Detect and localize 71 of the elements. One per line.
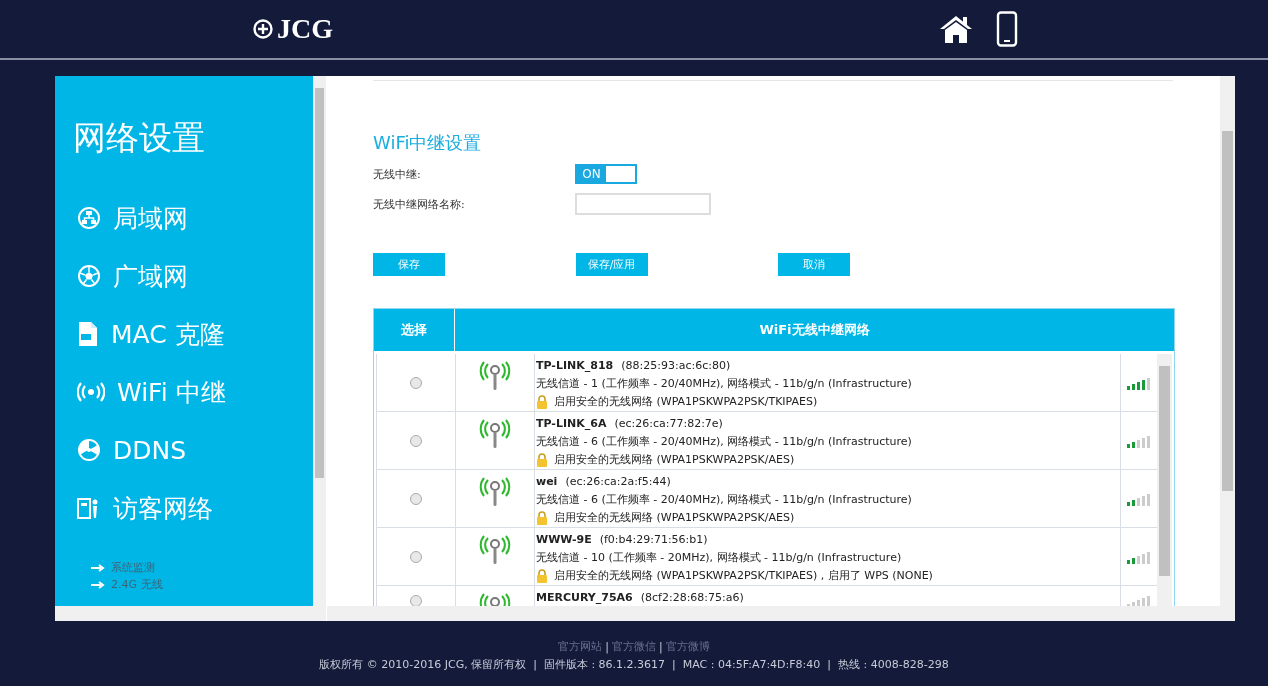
- network-name: MERCURY_75A6: [536, 591, 633, 604]
- document-icon: [77, 321, 99, 347]
- footer-link[interactable]: 官方微信: [612, 640, 656, 653]
- footer-info: 版权所有 © 2010-2016 JCG, 保留所有权 | 固件版本 : 86.1.2.3617 | MAC : 04:5F:A7:4D:F8:40 | 热线 : 4008-828-298: [318, 657, 950, 672]
- security-info: 启用安全的无线网络 (WPA1PSKWPA2PSK/AES): [554, 510, 795, 526]
- radio-button[interactable]: [410, 376, 422, 389]
- sidebar-item[interactable]: 广域网: [73, 247, 313, 305]
- lock-icon: [536, 511, 548, 525]
- antenna-icon: [478, 535, 512, 565]
- footer-link[interactable]: 官方微博: [665, 640, 710, 653]
- column-header: WiFi无线中继网络: [758, 321, 871, 339]
- network-name: wei: [536, 475, 558, 488]
- submenu-item[interactable]: 2.4G 无线: [111, 577, 163, 592]
- security-info: 启用安全的无线网络 (WPA1PSKWPA2PSK/TKIPAES) , 启用了 WPS (NONE): [554, 568, 933, 584]
- antenna-icon: [478, 477, 512, 507]
- sidebar-item[interactable]: 局域网: [73, 189, 313, 247]
- separator: |: [605, 640, 609, 653]
- radio-button[interactable]: [410, 434, 422, 447]
- radio-button[interactable]: [410, 492, 422, 505]
- scrollbar[interactable]: [1157, 354, 1172, 606]
- network-name: TP-LINK_6A: [536, 417, 607, 430]
- network-name: TP-LINK_818: [536, 359, 614, 372]
- mac-address: (ec:26:ca:2a:f5:44): [565, 475, 671, 488]
- scrollbar[interactable]: [55, 606, 326, 621]
- mac-address: (88:25:93:ac:6c:80): [621, 359, 731, 372]
- mac-address: (ec:26:ca:77:82:7e): [614, 417, 723, 430]
- radio-button[interactable]: [410, 550, 422, 563]
- action-button[interactable]: 保存: [373, 253, 445, 276]
- sidebar-item[interactable]: MAC 克隆: [73, 305, 313, 363]
- input-field[interactable]: [575, 193, 711, 215]
- sidebar-item[interactable]: WiFi 中继: [73, 363, 313, 421]
- channel-info: 无线信道 - 6 (工作频率 - 20/40MHz), 网络模式 - 11b/g/n (Infrastructure): [536, 434, 912, 450]
- action-button[interactable]: 保存/应用: [575, 253, 648, 276]
- arrow-icon: [91, 563, 105, 572]
- sidebar-title: 网络设置: [73, 117, 206, 159]
- channel-info: 无线信道 - 10 (工作频率 - 20MHz), 网络模式 - 11b/g/n (Infrastructure): [536, 550, 902, 566]
- field-label: 无线中继网络名称:: [373, 196, 466, 212]
- network-icon: [77, 206, 101, 230]
- globe-icon: [77, 264, 101, 288]
- scrollbar[interactable]: [1220, 76, 1235, 606]
- lock-icon: [536, 453, 548, 467]
- logo-text: JCG: [277, 13, 333, 45]
- section-title: WiFi中继设置: [373, 131, 483, 155]
- submenu-item[interactable]: 系统监测: [111, 560, 155, 575]
- arrow-icon: [91, 580, 105, 589]
- channel-info: 无线信道 - 1 (工作频率 - 20/40MHz), 网络模式 - 11b/g/n (Infrastructure): [536, 376, 912, 392]
- mobile-phone-icon[interactable]: [996, 11, 1018, 47]
- antenna-icon: [478, 419, 512, 449]
- separator: |: [659, 640, 663, 653]
- scrollbar[interactable]: [327, 606, 1235, 621]
- antenna-icon: [478, 361, 512, 391]
- footer-link[interactable]: 官方网站: [558, 640, 603, 653]
- logo-icon: [253, 19, 273, 39]
- security-info: 启用安全的无线网络 (WPA1PSKWPA2PSK/TKIPAES): [554, 394, 818, 410]
- network-name: WWW-9E: [536, 533, 592, 546]
- toggle-switch[interactable]: ON: [575, 164, 637, 184]
- mac-address: (8cf2:28:68:75:a6): [640, 591, 744, 604]
- mac-address: (f0:b4:29:71:56:b1): [599, 533, 708, 546]
- field-label: 无线中继:: [373, 166, 422, 182]
- security-info: 启用安全的无线网络 (WPA1PSKWPA2PSK/AES): [554, 452, 795, 468]
- column-header: 选择: [374, 309, 455, 351]
- sidebar-item[interactable]: 访客网络: [73, 479, 313, 537]
- wireless-signal-icon: [77, 381, 105, 403]
- lock-icon: [536, 395, 548, 409]
- action-button[interactable]: 取消: [778, 253, 850, 276]
- lock-icon: [536, 569, 548, 583]
- scrollbar[interactable]: [313, 76, 326, 606]
- sidebar-item[interactable]: DDNS: [73, 421, 313, 479]
- fan-icon: [77, 438, 101, 462]
- channel-info: 无线信道 - 6 (工作频率 - 20/40MHz), 网络模式 - 11b/g/n (Infrastructure): [536, 492, 912, 508]
- home-icon[interactable]: [938, 14, 974, 44]
